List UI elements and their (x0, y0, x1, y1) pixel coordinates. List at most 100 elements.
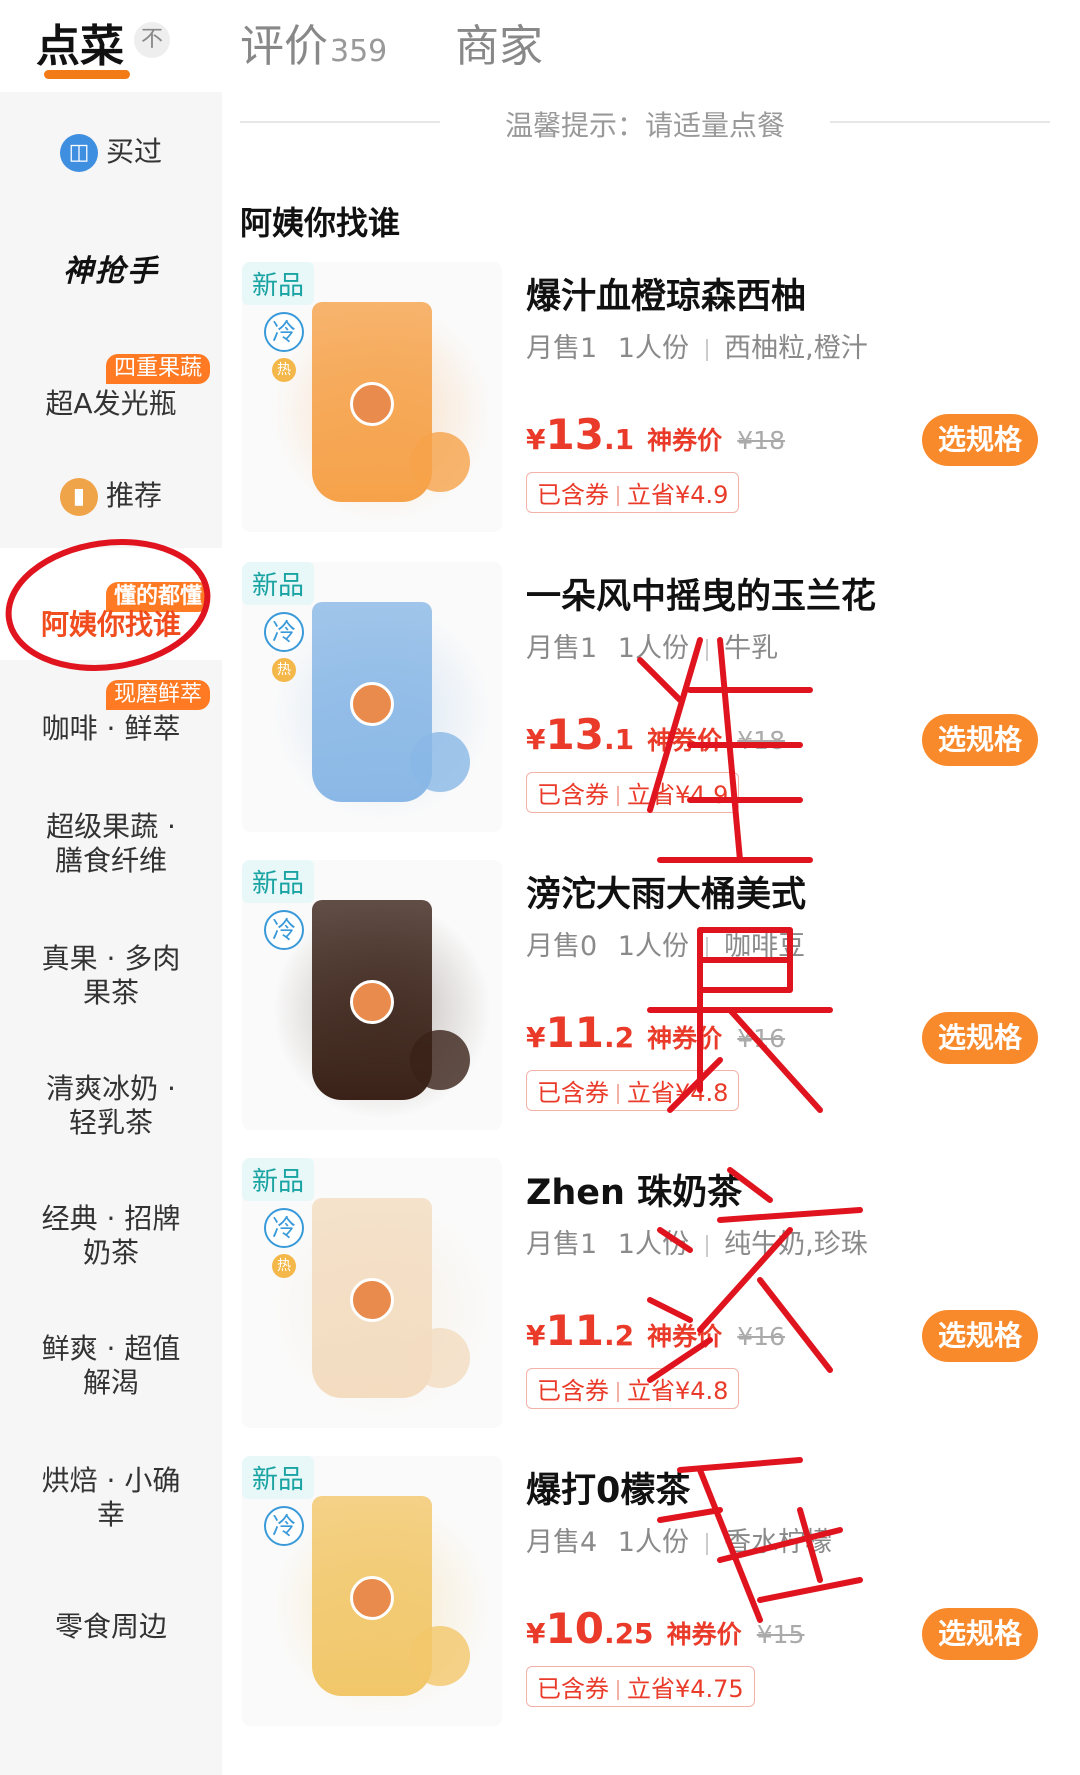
sidebar-item-refreshing[interactable]: 鲜爽 · 超值 解渴 (0, 1332, 222, 1400)
sidebar-item-label-line2: 膳食纤维 (54, 844, 167, 877)
tab-reviews-label: 评价 (240, 21, 328, 72)
cold-icon: 冷 (264, 910, 304, 950)
monthly-sales: 月售0 (526, 931, 598, 962)
price-label: 神券价 (647, 426, 723, 455)
cold-icon: 冷 (264, 612, 304, 652)
sidebar-item-recommended[interactable]: ▮ 推荐 (0, 466, 222, 526)
sidebar-item-bakery[interactable]: 烘焙 · 小确 幸 (0, 1464, 222, 1532)
currency-symbol: ¥ (526, 723, 546, 756)
tab-order[interactable]: 点菜 (36, 10, 124, 74)
sidebar-item-real-fruit[interactable]: 真果 · 多肉 果茶 (0, 942, 222, 1010)
monthly-sales: 月售1 (526, 633, 598, 664)
monthly-sales: 月售1 (526, 333, 598, 364)
sidebar-badge: 四重果蔬 (105, 354, 210, 384)
portion: 1人份 (617, 931, 689, 962)
tab-merchant[interactable]: 商家 (455, 10, 543, 74)
sidebar-item-snacks[interactable]: 零食周边 (0, 1610, 222, 1644)
sidebar-item-label: 真果 · 多肉 (41, 942, 181, 975)
select-spec-button[interactable]: 选规格 (922, 1012, 1038, 1064)
product-image[interactable]: 新品 冷 热 (242, 1158, 502, 1428)
coupon-badge: 已含券 立省¥4.9 (526, 472, 740, 513)
select-spec-button[interactable]: 选规格 (922, 414, 1038, 466)
product-card[interactable]: 新品 冷 滂沱大雨大桶美式 月售0 1人份 咖啡豆 ¥11.2 神券价 ¥16 … (240, 860, 1060, 1160)
sidebar-item-label-line2: 解渴 (82, 1366, 139, 1399)
active-tab-indicator (44, 70, 130, 79)
fruit-graphic (410, 432, 470, 492)
category-sidebar: ◫ 买过 神抢手 四重果蔬 超A发光瓶 ▮ 推荐 懂的都懂 阿姨你找谁 现磨鲜萃 咖… (0, 92, 222, 1775)
product-image[interactable]: 新品 冷 热 (242, 562, 502, 832)
reviews-count: 359 (330, 34, 388, 69)
product-image[interactable]: 新品 冷 热 (242, 262, 502, 532)
price-row: ¥13.1 神券价 ¥18 (526, 710, 785, 759)
product-meta: 月售4 1人份 香水柠檬 (526, 1520, 832, 1559)
sidebar-item-glow-bottle[interactable]: 四重果蔬 超A发光瓶 (0, 354, 222, 420)
product-name[interactable]: 爆打0檬茶 (526, 1462, 690, 1513)
bookmark-icon: ▮ (59, 478, 98, 516)
sidebar-item-classic[interactable]: 经典 · 招牌 奶茶 (0, 1202, 222, 1270)
sidebar-item-label: 经典 · 招牌 (41, 1202, 181, 1235)
sidebar-badge: 现磨鲜萃 (105, 680, 210, 710)
product-name[interactable]: 滂沱大雨大桶美式 (526, 866, 806, 917)
price-decimal: .1 (603, 423, 635, 456)
sidebar-item-ayi[interactable]: 懂的都懂 阿姨你找谁 (0, 548, 222, 660)
sidebar-item-label: 鲜爽 · 超值 (41, 1332, 181, 1365)
divider (617, 1084, 619, 1104)
brand-logo-icon (350, 1576, 394, 1620)
portion: 1人份 (617, 333, 689, 364)
brand-logo: 神抢手 (63, 254, 159, 289)
select-spec-button[interactable]: 选规格 (922, 714, 1038, 766)
product-name[interactable]: Zhen 珠奶茶 (526, 1164, 742, 1215)
ingredients: 咖啡豆 (724, 931, 806, 962)
sidebar-item-bought[interactable]: ◫ 买过 (0, 122, 222, 182)
price-decimal: .2 (603, 1319, 635, 1352)
sidebar-item-brand[interactable]: 神抢手 (0, 242, 222, 302)
price-label: 神券价 (666, 1620, 742, 1649)
select-spec-button[interactable]: 选规格 (922, 1608, 1038, 1660)
ingredients: 纯牛奶,珍珠 (724, 1229, 868, 1260)
sidebar-item-iced-milk[interactable]: 清爽冰奶 · 轻乳茶 (0, 1072, 222, 1140)
cold-icon: 冷 (264, 1506, 304, 1546)
price-integer: 13 (545, 710, 604, 759)
product-card[interactable]: 新品 冷 热 爆汁血橙琼森西柚 月售1 1人份 西柚粒,橙汁 ¥13.1 神券价… (240, 262, 1060, 562)
product-image[interactable]: 新品 冷 (242, 860, 502, 1130)
select-spec-button[interactable]: 选规格 (922, 1310, 1038, 1362)
sidebar-item-label: 烘焙 · 小确 (41, 1464, 181, 1497)
new-tag: 新品 (242, 1158, 315, 1201)
price-integer: 10 (545, 1604, 604, 1653)
portion: 1人份 (617, 1229, 689, 1260)
original-price: ¥15 (756, 1620, 805, 1649)
product-meta: 月售1 1人份 西柚粒,橙汁 (526, 326, 868, 365)
ingredients: 西柚粒,橙汁 (724, 333, 868, 364)
new-tag: 新品 (242, 562, 315, 605)
coupon-included: 已含券 (537, 481, 609, 509)
price-label: 神券价 (647, 726, 723, 755)
sidebar-item-label: 买过 (105, 135, 162, 168)
original-price: ¥18 (737, 726, 785, 755)
product-name[interactable]: 爆汁血橙琼森西柚 (526, 268, 806, 319)
sidebar-item-label: 咖啡 · 鲜萃 (41, 712, 181, 745)
price-row: ¥11.2 神券价 ¥16 (526, 1306, 785, 1355)
coupon-badge: 已含券 立省¥4.9 (526, 772, 740, 813)
coupon-badge: 已含券 立省¥4.8 (526, 1070, 740, 1111)
cold-icon: 冷 (264, 1208, 304, 1248)
brand-logo-icon (350, 980, 394, 1024)
new-tag: 新品 (242, 262, 315, 305)
product-image[interactable]: 新品 冷 (242, 1456, 502, 1726)
sidebar-item-coffee[interactable]: 现磨鲜萃 咖啡 · 鲜萃 (0, 672, 222, 752)
product-card[interactable]: 新品 冷 热 Zhen 珠奶茶 月售1 1人份 纯牛奶,珍珠 ¥11.2 神券价… (240, 1158, 1060, 1458)
ingredients: 牛乳 (724, 633, 779, 664)
product-card[interactable]: 新品 冷 热 一朵风中摇曳的玉兰花 月售1 1人份 牛乳 ¥13.1 神券价 ¥… (240, 562, 1060, 862)
new-tag: 新品 (242, 1456, 315, 1499)
product-name[interactable]: 一朵风中摇曳的玉兰花 (526, 568, 876, 619)
sidebar-item-fruit-veg[interactable]: 超级果蔬 · 膳食纤维 (0, 810, 222, 878)
sidebar-item-label: 推荐 (105, 479, 162, 512)
tab-reviews[interactable]: 评价359 (240, 10, 387, 74)
divider (617, 1680, 619, 1700)
collapse-icon[interactable]: 不 (134, 22, 170, 58)
brand-logo-icon (350, 382, 394, 426)
brand-logo-icon (350, 682, 394, 726)
portion: 1人份 (617, 633, 689, 664)
currency-symbol: ¥ (526, 423, 546, 456)
hot-icon: 热 (272, 658, 296, 682)
product-card[interactable]: 新品 冷 爆打0檬茶 月售4 1人份 香水柠檬 ¥10.25 神券价 ¥15 已… (240, 1456, 1060, 1756)
